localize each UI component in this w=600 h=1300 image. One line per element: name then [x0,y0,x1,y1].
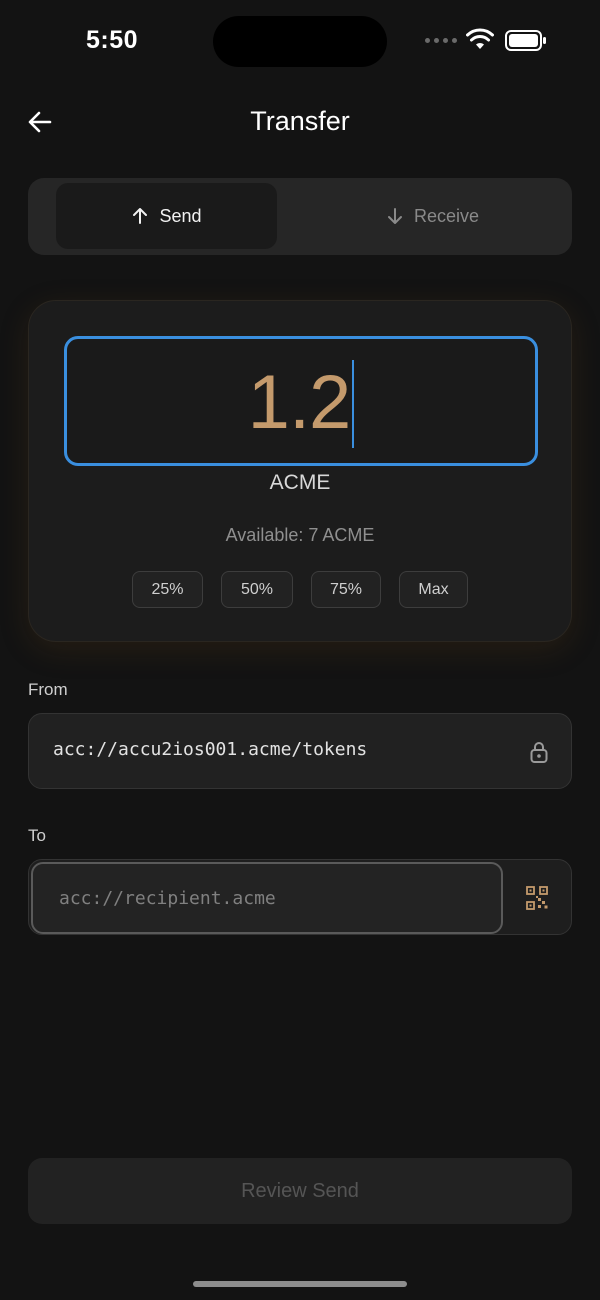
dynamic-island [213,16,387,67]
transfer-screen: 5:50 Transfer Send Receive 1.2 ACME Avai… [0,0,600,1300]
battery-icon [505,30,546,51]
send-receive-toggle: Send Receive [28,178,572,255]
amount-unit: ACME [269,471,331,494]
from-account: acc://accu2ios001.acme/tokens [53,739,368,760]
amount-value-wrap: 1.2 [67,359,535,452]
tab-send[interactable]: Send [56,183,277,249]
status-time: 5:50 [86,26,139,54]
home-indicator [193,1281,407,1287]
lock-icon [530,742,548,763]
quick-amount-buttons: 25% 50% 75% Max [29,571,571,608]
arrow-down-icon [387,208,402,224]
pct-25-button[interactable]: 25% [132,571,203,608]
qr-scan-icon[interactable] [525,885,549,911]
max-button[interactable]: Max [399,571,468,608]
available-balance: Available: 7 ACME [225,525,375,545]
amount-card: 1.2 ACME Available: 7 ACME 25% 50% 75% M… [28,300,572,642]
text-caret [352,359,355,448]
pct-50-button[interactable]: 50% [221,571,293,608]
tab-receive-label: Receive [413,205,480,226]
pct-75-button[interactable]: 75% [311,571,381,608]
cellular-signal-icon [425,38,457,43]
from-label: From [28,680,68,699]
recipient-input[interactable] [31,862,503,934]
amount-input[interactable]: 1.2 [64,336,538,466]
to-field [28,859,572,935]
to-label: To [28,826,46,845]
amount-value: 1.2 [247,360,352,445]
tab-receive[interactable]: Receive [322,183,543,249]
tab-send-label: Send [159,205,202,226]
wifi-icon [466,28,494,49]
page-title: Transfer [250,106,350,136]
arrow-up-icon [133,208,148,224]
from-field: acc://accu2ios001.acme/tokens [28,713,572,789]
review-send-button[interactable]: Review Send [28,1158,572,1224]
